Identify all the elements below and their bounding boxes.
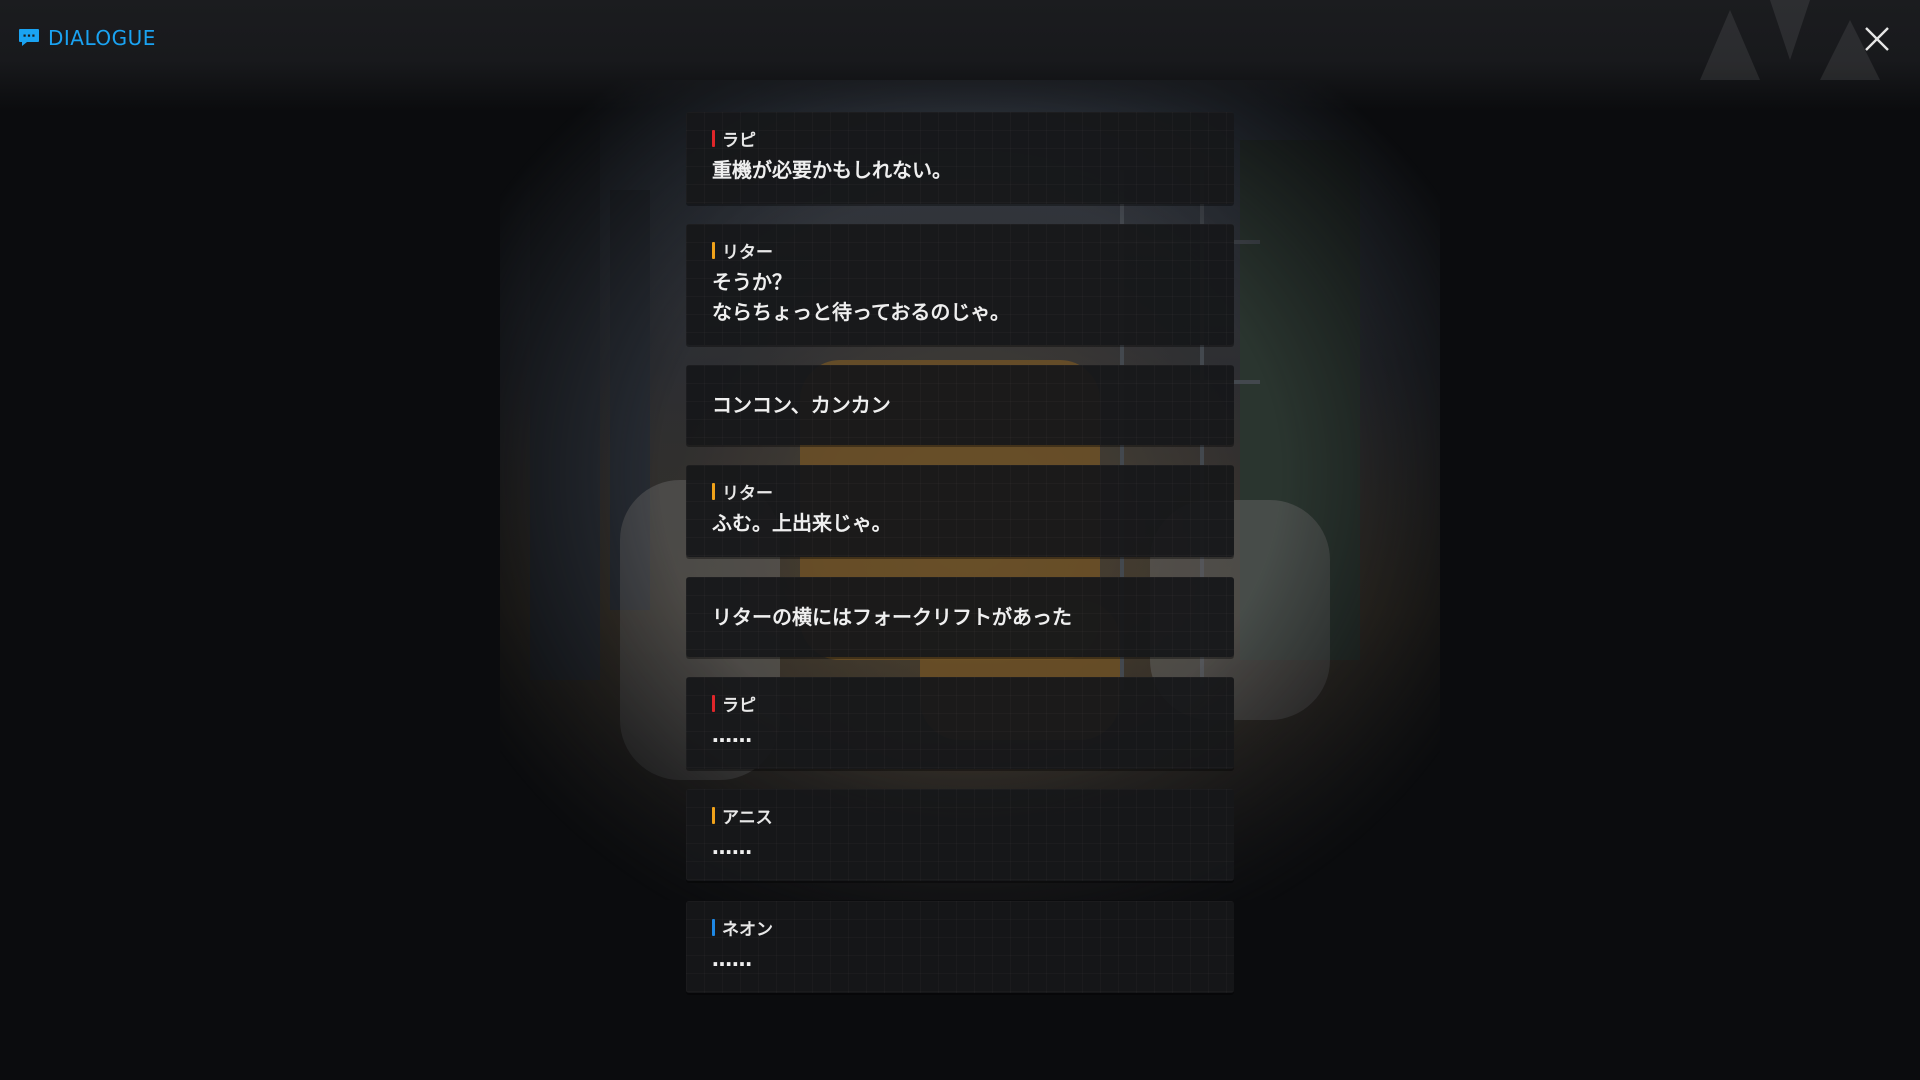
dialogue-text: …… <box>712 723 752 747</box>
dialogue-text: そうか？ ならちょっと待っておるのじゃ。 <box>712 270 1010 324</box>
speaker-row: アニス <box>712 805 1210 828</box>
speaker-name: リター <box>722 242 773 263</box>
dialogue-log-screen: DIALOGUE ラピ 重機が必要かもしれない。 リター そうか？ ならちょっと… <box>0 0 1920 1080</box>
speaker-color-bar <box>712 129 715 147</box>
speaker-row: ネオン <box>712 917 1210 940</box>
speaker-row: リター <box>712 240 1210 263</box>
header-title-text: DIALOGUE <box>48 26 156 50</box>
dialogue-text: 重機が必要かもしれない。 <box>712 158 952 182</box>
dialogue-text: …… <box>712 835 752 859</box>
speaker-row: ラピ <box>712 693 1210 716</box>
chat-bubble-icon <box>19 29 39 46</box>
dialogue-entry: ネオン …… <box>686 901 1234 993</box>
dialogue-entry: ラピ 重機が必要かもしれない。 <box>686 112 1234 204</box>
speaker-color-bar <box>712 918 715 936</box>
dialogue-entry: リター ふむ。上出来じゃ。 <box>686 465 1234 557</box>
dialogue-entry: リター そうか？ ならちょっと待っておるのじゃ。 <box>686 224 1234 345</box>
dialogue-list[interactable]: ラピ 重機が必要かもしれない。 リター そうか？ ならちょっと待っておるのじゃ。… <box>686 112 1234 1013</box>
speaker-row: ラピ <box>712 128 1210 151</box>
speaker-name: ネオン <box>722 919 773 940</box>
speaker-name: アニス <box>722 807 773 828</box>
narration-entry: リターの横にはフォークリフトがあった <box>686 577 1234 657</box>
narration-text: コンコン、カンカン <box>712 393 891 417</box>
narration-text: リターの横にはフォークリフトがあった <box>712 605 1072 629</box>
speaker-color-bar <box>712 694 715 712</box>
top-bar: DIALOGUE <box>0 0 1920 110</box>
dialogue-text: …… <box>712 947 752 971</box>
close-button[interactable] <box>1862 24 1892 54</box>
dialogue-entry: ラピ …… <box>686 677 1234 769</box>
narration-entry: コンコン、カンカン <box>686 365 1234 445</box>
speaker-name: ラピ <box>722 695 756 716</box>
speaker-color-bar <box>712 482 715 500</box>
dialogue-entry: アニス …… <box>686 789 1234 881</box>
close-icon <box>1865 27 1889 51</box>
speaker-color-bar <box>712 241 715 259</box>
dialogue-text: ふむ。上出来じゃ。 <box>712 511 892 535</box>
speaker-color-bar <box>712 806 715 824</box>
speaker-name: ラピ <box>722 130 756 151</box>
corner-decoration <box>1700 0 1880 80</box>
header-title: DIALOGUE <box>18 26 156 50</box>
speaker-name: リター <box>722 483 773 504</box>
speaker-row: リター <box>712 481 1210 504</box>
